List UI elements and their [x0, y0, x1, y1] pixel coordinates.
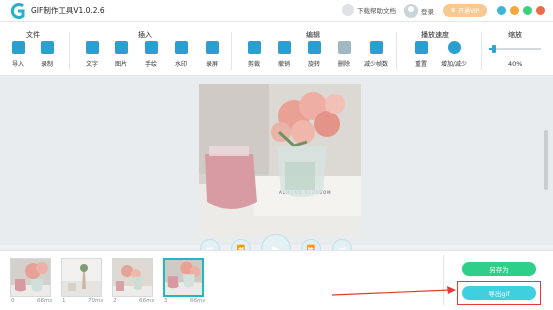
reduce-frames-label: 减少帧数	[364, 61, 389, 68]
group-title-speed: 播放速度	[421, 31, 449, 39]
delete-button[interactable]: 删除	[333, 41, 355, 68]
divider	[396, 32, 397, 70]
import-button[interactable]: 导入	[7, 41, 29, 68]
group-title-insert: 插入	[138, 31, 152, 39]
speed-adjust-button[interactable]: 增加/减少	[440, 41, 468, 68]
undo-button[interactable]: 撤销	[273, 41, 295, 68]
frames-icon	[369, 41, 383, 54]
save-as-label: 另存为	[489, 266, 509, 274]
frame-duration: 66ms	[190, 298, 206, 304]
folder-icon	[40, 41, 54, 54]
vertical-scrollbar[interactable]	[544, 130, 548, 190]
rotate-icon	[307, 41, 321, 54]
frame-duration: 66ms	[37, 298, 53, 304]
reduce-frames-button[interactable]: 减少帧数	[364, 41, 389, 68]
screen-record-label: 录屏	[205, 61, 218, 68]
login-button[interactable]: 登录	[404, 4, 434, 18]
undo-icon	[277, 41, 291, 54]
minimize-icon[interactable]	[510, 6, 519, 15]
screen-record-button[interactable]: 录屏	[201, 41, 223, 68]
crown-icon: ♛	[450, 7, 456, 14]
divider	[231, 32, 232, 70]
frame-thumbnail[interactable]	[10, 258, 51, 297]
reset-button[interactable]: 重置	[410, 41, 432, 68]
zoom-value: 40%	[508, 60, 523, 68]
crop-button[interactable]: 剪裁	[243, 41, 265, 68]
record-button[interactable]: 录制	[36, 41, 58, 68]
app-title: GIF制作工具V1.0.2.6	[31, 6, 105, 15]
handwrite-button[interactable]: 手绘	[140, 41, 162, 68]
text-icon	[85, 41, 99, 54]
frame-image	[62, 259, 101, 296]
clock-icon	[447, 41, 461, 54]
handwrite-label: 手绘	[144, 61, 157, 68]
frame-duration: 66ms	[139, 298, 155, 304]
undo-label: 撤销	[277, 61, 290, 68]
annotation-arrow-icon	[331, 286, 456, 296]
crop-icon	[247, 41, 261, 54]
watermark-label: 水印	[174, 61, 187, 68]
divider	[481, 32, 482, 70]
pen-icon	[144, 41, 158, 54]
frame-duration: 70ms	[88, 298, 104, 304]
help-doc-link[interactable]: 下载帮助文档	[342, 4, 396, 16]
crop-label: 剪裁	[247, 61, 260, 68]
vip-button[interactable]: ♛ 开通VIP	[443, 4, 487, 17]
frame-index: 3	[164, 298, 168, 304]
image-button[interactable]: 图片	[110, 41, 132, 68]
group-title-edit: 编辑	[306, 31, 320, 39]
reset-icon	[414, 41, 428, 54]
menu-icon[interactable]	[497, 6, 506, 15]
reset-label: 重置	[414, 61, 427, 68]
group-title-zoom: 缩放	[508, 31, 522, 39]
folder-icon	[11, 41, 25, 54]
frame-image	[113, 259, 152, 296]
login-label: 登录	[421, 8, 434, 16]
frame-image	[165, 260, 202, 295]
play-icon	[205, 41, 219, 54]
close-icon[interactable]	[536, 6, 545, 15]
trash-icon	[337, 41, 351, 54]
divider	[69, 32, 70, 70]
maximize-icon[interactable]	[523, 6, 532, 15]
image-label: 图片	[114, 61, 127, 68]
record-label: 录制	[40, 61, 53, 68]
app-logo-icon	[10, 3, 25, 19]
rotate-button[interactable]: 旋转	[303, 41, 325, 68]
frame-thumbnail[interactable]	[112, 258, 153, 297]
title-bar: GIF制作工具V1.0.2.6 下载帮助文档 登录 ♛ 开通VIP	[0, 0, 553, 22]
save-as-button[interactable]: 另存为	[462, 262, 536, 276]
frame-index: 0	[11, 298, 15, 304]
frame-thumbnail-selected[interactable]	[163, 258, 204, 297]
speed-adjust-label: 增加/减少	[440, 61, 468, 68]
toolbar: 文件 插入 编辑 播放速度 缩放 导入 录制 文字 图片 手绘 水印 录屏 剪裁…	[0, 22, 553, 76]
frame-index: 1	[62, 298, 66, 304]
group-title-file: 文件	[26, 31, 40, 39]
frame-index: 2	[113, 298, 117, 304]
zoom-slider-track[interactable]	[489, 48, 541, 50]
preview-photo: ALMOND BLOSSOM	[199, 84, 361, 236]
text-button[interactable]: 文字	[81, 41, 103, 68]
help-doc-label: 下载帮助文档	[357, 7, 396, 15]
avatar-icon	[404, 4, 418, 18]
delete-label: 删除	[337, 61, 350, 68]
document-icon	[342, 4, 354, 16]
zoom-slider-handle[interactable]	[492, 45, 496, 53]
import-label: 导入	[11, 61, 24, 68]
gif-preview-image: ALMOND BLOSSOM	[199, 84, 361, 236]
stamp-icon	[174, 41, 188, 54]
vip-label: 开通VIP	[457, 8, 480, 15]
rotate-label: 旋转	[307, 61, 320, 68]
image-icon	[114, 41, 128, 54]
frame-thumbnail[interactable]	[61, 258, 102, 297]
highlight-box	[457, 281, 541, 305]
watermark-button[interactable]: 水印	[170, 41, 192, 68]
text-label: 文字	[85, 61, 98, 68]
frame-image	[11, 259, 50, 296]
